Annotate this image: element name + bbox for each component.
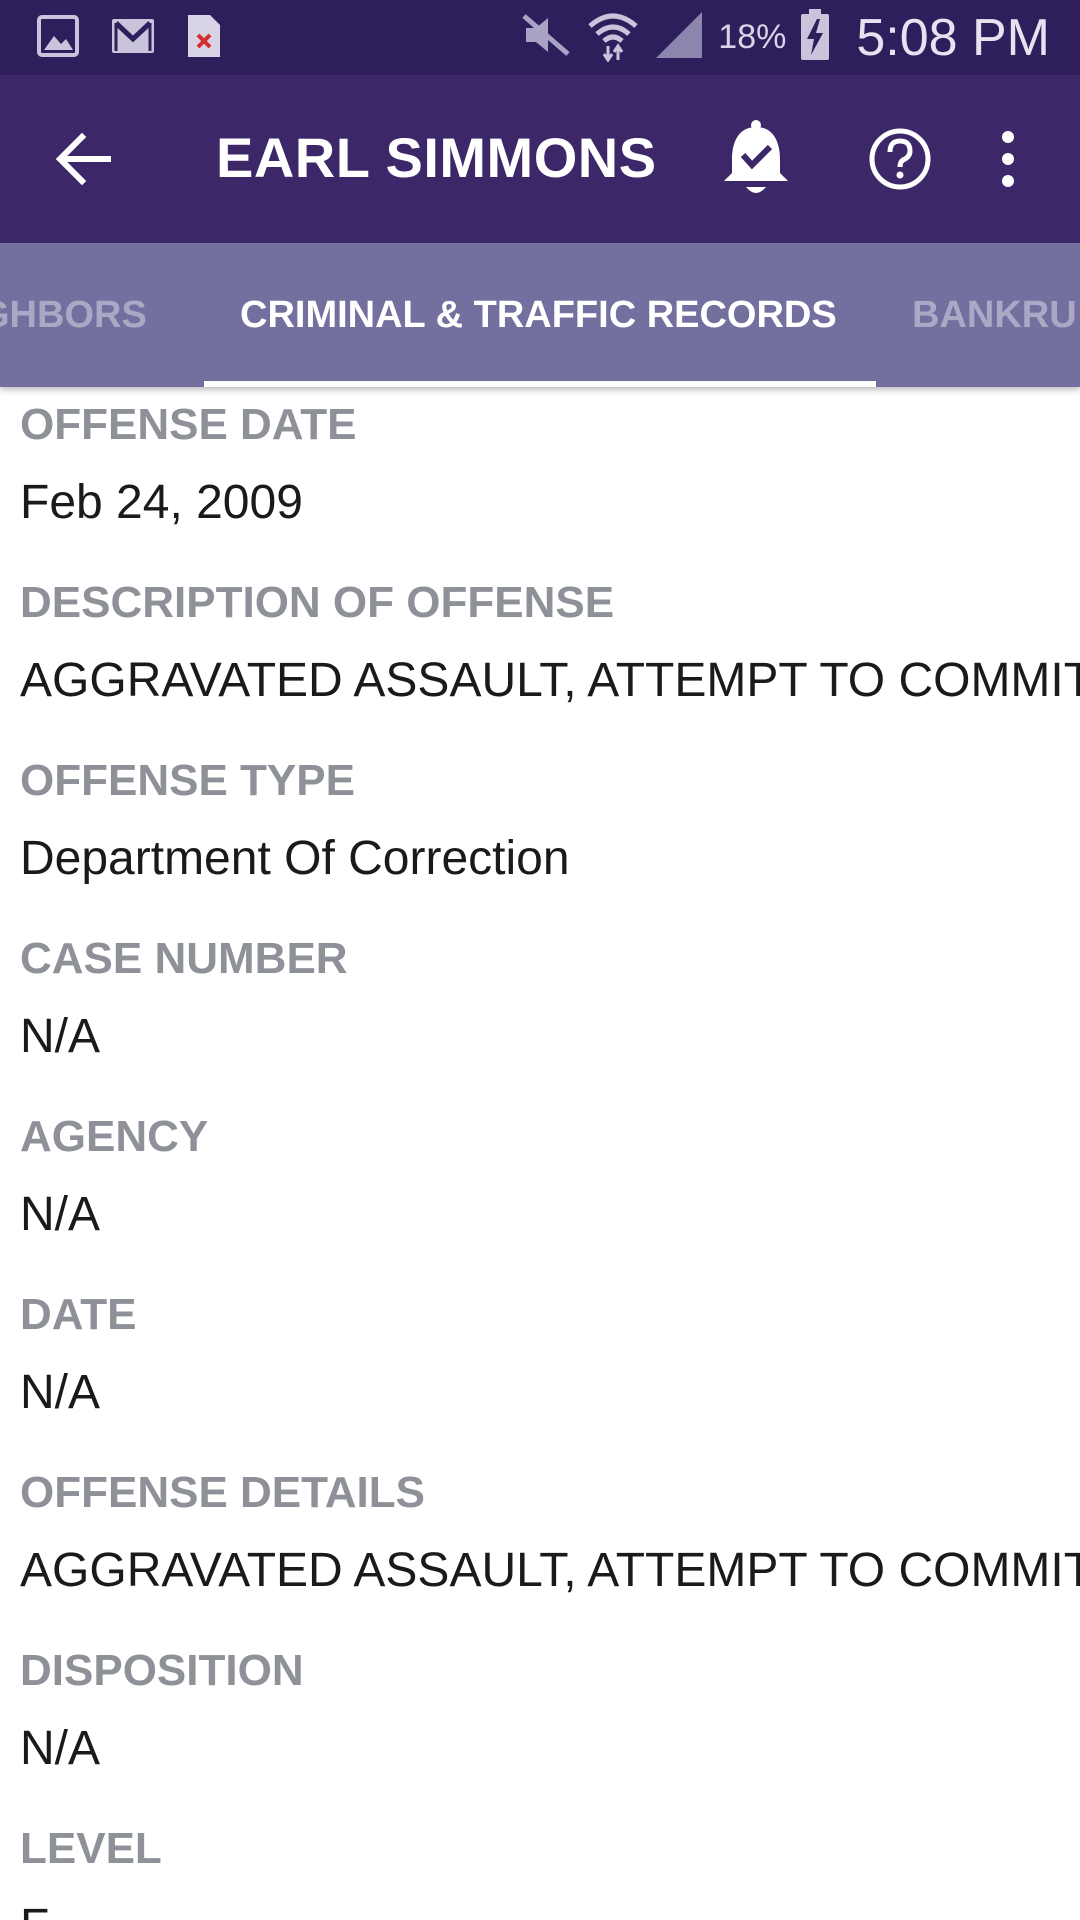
field-value: AGGRAVATED ASSAULT, ATTEMPT TO COMMIT — [20, 1544, 1080, 1597]
field-value: N/A — [20, 1366, 101, 1419]
field-label: DISPOSITION — [20, 1646, 304, 1695]
field-label: DATE — [20, 1290, 137, 1339]
field-label: OFFENSE DATE — [20, 400, 357, 449]
field-offense-details: OFFENSE DETAILS AGGRAVATED ASSAULT, ATTE… — [20, 1467, 1080, 1599]
field-value: Feb 24, 2009 — [20, 476, 303, 529]
battery-charging-icon — [800, 9, 830, 66]
field-label: OFFENSE TYPE — [20, 756, 355, 805]
app-bar: EARL SIMMONS — [0, 75, 1080, 243]
field-value: N/A — [20, 1188, 101, 1241]
tab-neighbors[interactable]: GHBORS — [0, 243, 147, 387]
field-disposition: DISPOSITION N/A — [20, 1645, 1060, 1777]
field-value: AGGRAVATED ASSAULT, ATTEMPT TO COMMIT — [20, 654, 1080, 707]
tab-bankruptcy[interactable]: BANKRU — [912, 243, 1077, 387]
field-label: AGENCY — [20, 1112, 209, 1161]
field-label: OFFENSE DETAILS — [20, 1468, 425, 1517]
field-offense-type: OFFENSE TYPE Department Of Correction — [20, 755, 1060, 887]
system-icons: 18% 5:08 PM — [520, 0, 1050, 75]
signal-icon — [654, 10, 704, 65]
more-vert-icon[interactable] — [990, 127, 1026, 191]
tab-indicator — [204, 381, 876, 387]
bell-check-icon[interactable] — [718, 119, 794, 199]
field-value: N/A — [20, 1010, 101, 1063]
notification-icons — [36, 14, 222, 62]
tab-criminal-traffic-records[interactable]: CRIMINAL & TRAFFIC RECORDS — [240, 243, 837, 387]
field-label: CASE NUMBER — [20, 934, 348, 983]
wifi-icon — [586, 8, 640, 67]
record-details[interactable]: OFFENSE DATE Feb 24, 2009 DESCRIPTION OF… — [0, 387, 1080, 1920]
field-label: DESCRIPTION OF OFFENSE — [20, 578, 615, 627]
mute-icon — [520, 12, 572, 63]
status-bar: 18% 5:08 PM — [0, 0, 1080, 75]
tab-bar: GHBORS CRIMINAL & TRAFFIC RECORDS BANKRU — [0, 243, 1080, 387]
field-value: Department Of Correction — [20, 832, 570, 885]
field-case-number: CASE NUMBER N/A — [20, 933, 1060, 1065]
field-label: LEVEL — [20, 1824, 162, 1873]
field-value: N/A — [20, 1722, 101, 1775]
gallery-icon — [36, 14, 80, 63]
field-description-of-offense: DESCRIPTION OF OFFENSE AGGRAVATED ASSAUL… — [20, 577, 1080, 709]
battery-percent: 18% — [718, 18, 787, 56]
page-title: EARL SIMMONS — [216, 126, 657, 189]
help-icon[interactable] — [868, 127, 932, 191]
field-level: LEVEL F — [20, 1823, 1060, 1920]
clock: 5:08 PM — [856, 8, 1050, 67]
field-value: F — [20, 1899, 1060, 1920]
field-agency: AGENCY N/A — [20, 1111, 1060, 1243]
file-error-icon — [186, 13, 222, 64]
field-date: DATE N/A — [20, 1289, 1060, 1421]
field-offense-date: OFFENSE DATE Feb 24, 2009 — [20, 399, 1060, 531]
back-arrow-icon[interactable] — [52, 127, 116, 191]
gmail-icon — [110, 17, 156, 60]
